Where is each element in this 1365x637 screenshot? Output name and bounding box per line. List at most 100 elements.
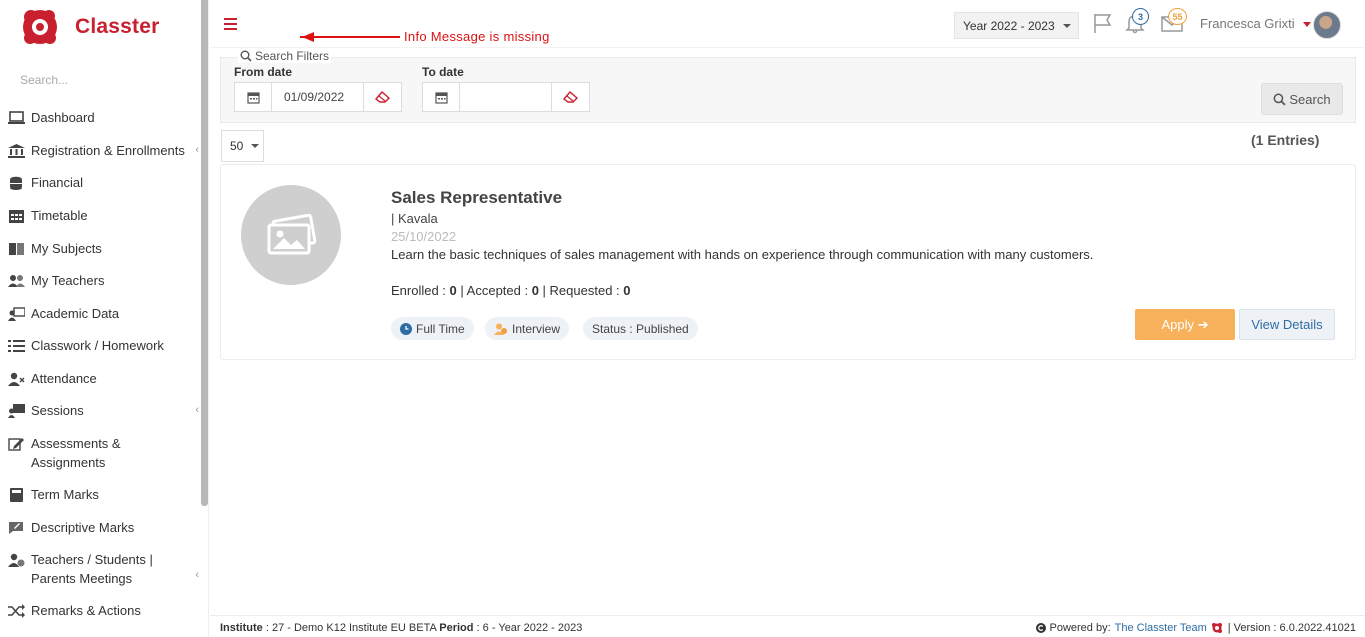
requested-count: 0 (623, 283, 631, 298)
sidebar-item-label: My Subjects (31, 241, 102, 256)
job-description: Learn the basic techniques of sales mana… (391, 247, 1094, 262)
sidebar-item-remarks[interactable]: Remarks & Actions (7, 601, 202, 620)
period-value: : 6 - Year 2022 - 2023 (473, 622, 583, 634)
sidebar-item-label: My Teachers (31, 273, 105, 288)
eraser-icon[interactable] (363, 83, 401, 111)
sidebar-item-label: Descriptive Marks (31, 520, 135, 535)
footer-info: Institute : 27 - Demo K12 Institute EU B… (220, 622, 582, 634)
powered-label: Powered by: (1049, 622, 1111, 634)
institute-label: Institute (220, 622, 263, 634)
sidebar-item-label: Remarks & Actions (31, 603, 141, 618)
sidebar-item-my-subjects[interactable]: My Subjects (7, 239, 202, 258)
tag-interview: Interview (485, 317, 570, 340)
book-icon (7, 242, 25, 256)
sidebar-scrollbar[interactable] (201, 0, 208, 506)
chevron-left-icon: ‹ (195, 404, 199, 416)
requested-label: | Requested : (538, 283, 624, 298)
topbar: Info Message is missing Year 2022 - 2023… (210, 0, 1365, 48)
year-selector[interactable]: Year 2022 - 2023 (954, 12, 1079, 39)
period-label: Period (439, 622, 474, 634)
chevron-left-icon: ‹ (195, 569, 199, 581)
to-date-field[interactable] (422, 82, 590, 112)
sidebar-item-timetable[interactable]: Timetable (7, 206, 202, 225)
presentation-icon (7, 404, 25, 418)
app-name: Classter (75, 15, 160, 38)
calculator-icon (7, 488, 25, 502)
chevron-left-icon: ‹ (195, 144, 199, 156)
shuffle-icon (7, 604, 25, 618)
sidebar-item-label: Assessments & Assignments (31, 436, 121, 470)
sidebar-item-label: Sessions (31, 403, 84, 418)
notifications-badge: 3 (1132, 8, 1149, 25)
to-date-value[interactable] (460, 83, 551, 111)
chevron-down-icon (1062, 23, 1071, 28)
user-name[interactable]: Francesca Grixti (1200, 16, 1295, 31)
job-location: | Kavala (391, 211, 438, 226)
tag-label: Status : Published (592, 321, 689, 336)
search-icon (1273, 93, 1286, 106)
flag-icon[interactable] (1092, 12, 1114, 34)
view-details-button[interactable]: View Details (1239, 309, 1335, 340)
sidebar-item-meetings[interactable]: Teachers / Students | Parents Meetings ‹ (7, 550, 202, 588)
sidebar-item-financial[interactable]: Financial (7, 173, 202, 192)
user-group-icon (494, 323, 507, 335)
classter-small-logo-icon (1211, 623, 1222, 633)
annotation-arrow-line (300, 36, 400, 38)
search-icon (240, 50, 252, 62)
search-filters-label: Search Filters (255, 49, 330, 63)
entries-count: (1 Entries) (1251, 132, 1320, 148)
enrolled-label: Enrolled : (391, 283, 450, 298)
users-icon (7, 274, 25, 288)
from-date-label: From date (234, 65, 293, 79)
sidebar-item-descriptive-marks[interactable]: Descriptive Marks (7, 518, 202, 537)
sidebar-item-label: Financial (31, 175, 84, 190)
page-size-select[interactable]: 50 (221, 130, 264, 162)
institution-icon (7, 144, 25, 158)
laptop-icon (7, 111, 25, 125)
sidebar-item-registration[interactable]: Registration & Enrollments ‹ (7, 141, 202, 160)
sidebar-item-label: Dashboard (31, 110, 95, 125)
year-selector-value: Year 2022 - 2023 (963, 18, 1055, 33)
chevron-down-icon (251, 144, 260, 148)
enrolled-count: 0 (449, 283, 457, 298)
sidebar-item-label: Classwork / Homework (31, 338, 164, 353)
accepted-count: 0 (531, 283, 539, 298)
version-text: | Version : 6.0.2022.41021 (1227, 622, 1356, 634)
tag-status: Status : Published (583, 317, 698, 340)
sidebar-item-sessions[interactable]: Sessions ‹ (7, 401, 202, 420)
comment-edit-icon (7, 521, 25, 535)
menu-toggle-icon[interactable] (224, 18, 237, 33)
clock-icon (400, 322, 412, 335)
footer: Institute : 27 - Demo K12 Institute EU B… (210, 615, 1365, 637)
search-filters-legend: Search Filters (238, 49, 332, 63)
calendar-icon[interactable] (235, 83, 272, 111)
sidebar-item-term-marks[interactable]: Term Marks (7, 485, 202, 504)
user-clock-icon (7, 553, 25, 567)
classter-team-link[interactable]: The Classter Team (1115, 622, 1207, 634)
sidebar-item-classwork[interactable]: Classwork / Homework (7, 336, 202, 355)
sidebar-item-dashboard[interactable]: Dashboard (7, 108, 202, 127)
sidebar-item-attendance[interactable]: Attendance (7, 369, 202, 388)
apply-button[interactable]: Apply ➔ (1135, 309, 1235, 340)
sidebar-item-label: Registration & Enrollments (31, 143, 185, 158)
search-button[interactable]: Search (1261, 83, 1343, 115)
tag-label: Interview (512, 321, 561, 336)
avatar[interactable] (1313, 11, 1341, 39)
sidebar-item-my-teachers[interactable]: My Teachers (7, 271, 202, 290)
job-title[interactable]: Sales Representative (391, 188, 562, 208)
classter-logo[interactable] (19, 6, 61, 48)
user-menu-caret-icon[interactable] (1303, 22, 1311, 27)
sidebar-search-input[interactable]: Search... (20, 73, 68, 87)
edit-icon (7, 437, 25, 451)
eraser-icon[interactable] (551, 83, 589, 111)
sidebar-item-academic-data[interactable]: Academic Data (7, 304, 202, 323)
sidebar-item-label: Term Marks (31, 487, 99, 502)
sidebar-item-assessments[interactable]: Assessments & Assignments (7, 434, 202, 472)
calendar-icon[interactable] (423, 83, 460, 111)
from-date-value[interactable]: 01/09/2022 (272, 83, 363, 111)
job-date: 25/10/2022 (391, 229, 457, 244)
annotation-text: Info Message is missing (404, 29, 550, 44)
sidebar-item-label: Timetable (31, 208, 88, 223)
from-date-field[interactable]: 01/09/2022 (234, 82, 402, 112)
teacher-board-icon (7, 307, 25, 321)
